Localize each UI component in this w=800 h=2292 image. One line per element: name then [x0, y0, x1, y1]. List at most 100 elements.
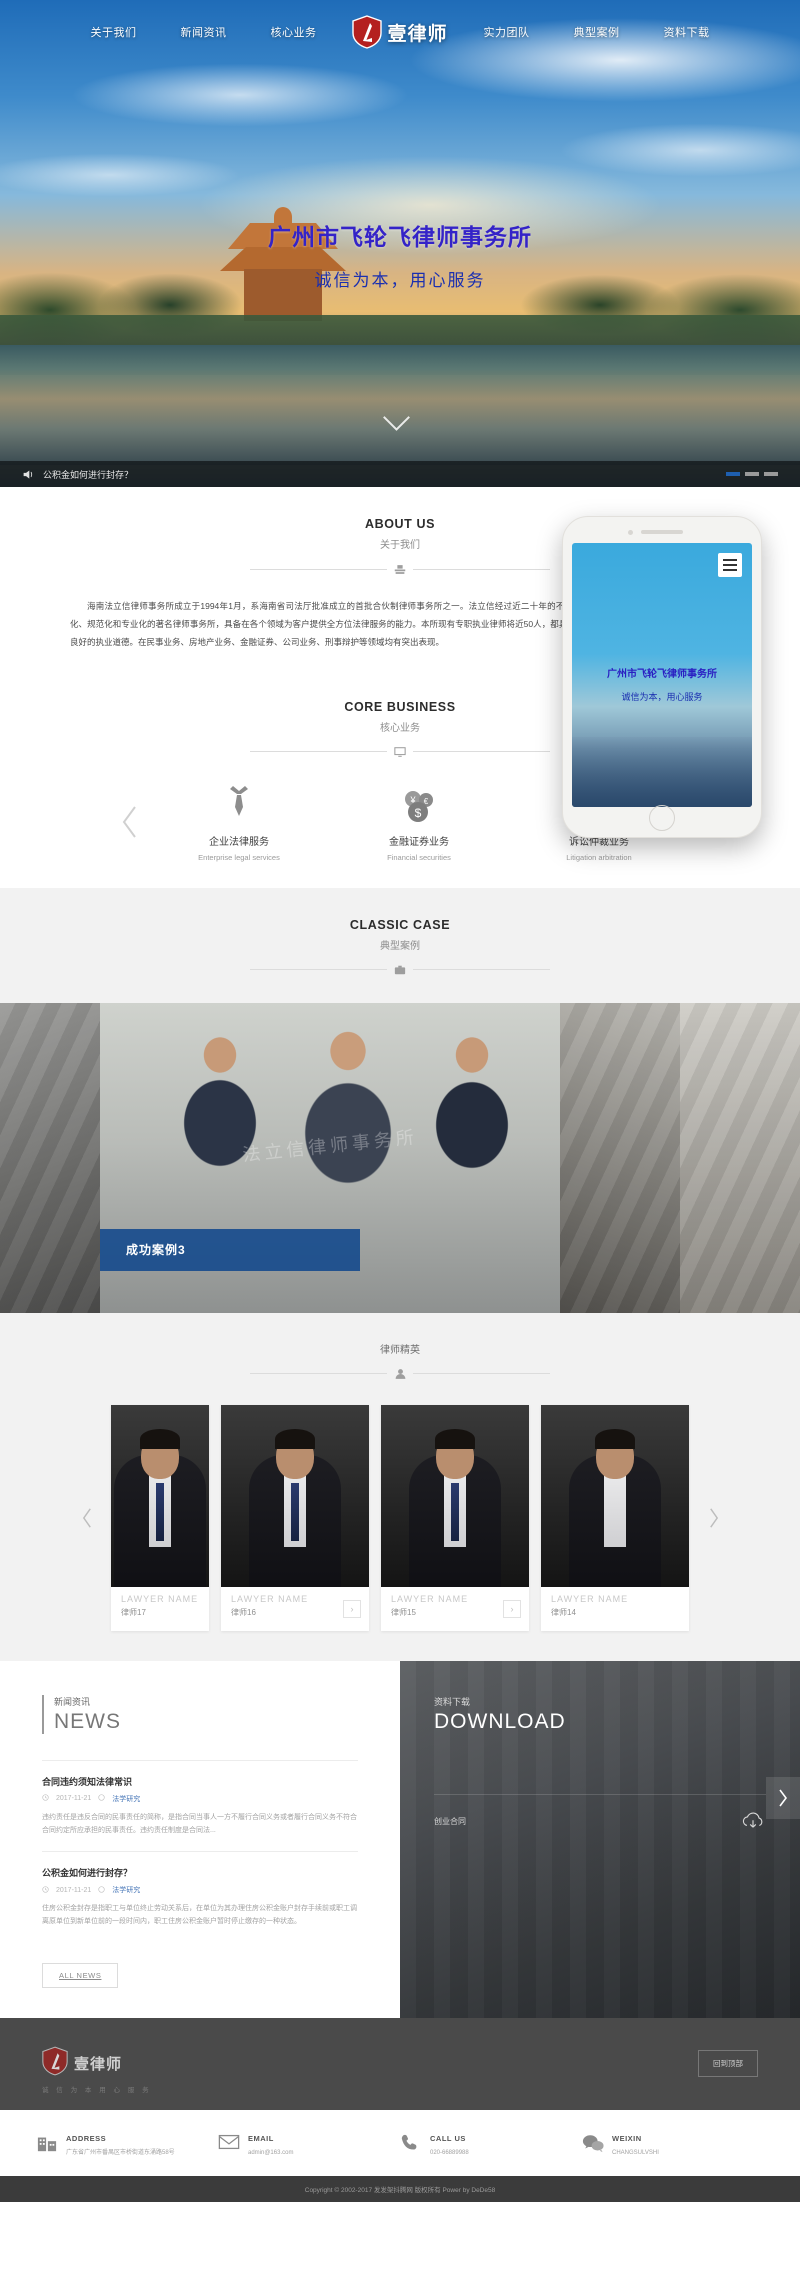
lawyer-name-en: LAWYER NAME — [391, 1593, 469, 1604]
case-thumb-left[interactable] — [0, 1002, 100, 1313]
carousel-dot-1[interactable] — [726, 472, 740, 476]
core-divider — [250, 743, 550, 761]
download-heading: 资料下载 DOWNLOAD — [434, 1695, 766, 1734]
contact-value: CHANGSULVSHI — [612, 2149, 659, 2156]
footer-contacts: ADDRESS 广东省广州市番禺区市桥街道东涌路58号 EMAIL admin@… — [0, 2109, 800, 2176]
nav-item-case[interactable]: 典型案例 — [552, 24, 642, 40]
tag-icon — [98, 1794, 105, 1803]
logo-text: 壹律师 — [387, 23, 448, 45]
contact-email: EMAIL admin@163.com — [218, 2128, 400, 2158]
hero-headline-group: 广州市飞轮飞律师事务所 诚信为本，用心服务 — [0, 218, 800, 291]
contact-value: 广东省广州市番禺区市桥街道东涌路58号 — [66, 2149, 175, 2156]
lawyer-name-cn: 律师14 — [551, 1607, 576, 1617]
case-thumb-right[interactable] — [680, 1002, 800, 1313]
lawyers-heading-cn: 律师精英 — [380, 1344, 420, 1356]
news-item[interactable]: 公积金如何进行封存？ 2017-11-21 法学研究 住房公积金封存是指职工与单… — [42, 1851, 358, 1943]
site-logo[interactable]: 壹律师 — [338, 15, 461, 49]
nav-item-download[interactable]: 资料下载 — [642, 24, 732, 40]
footer-logo[interactable]: 壹律师 — [42, 2046, 122, 2081]
hero-title: 广州市飞轮飞律师事务所 — [268, 224, 532, 250]
lawyer-meta: LAWYER NAME 律师16 › — [221, 1587, 369, 1631]
hero-ticker-bar: 公积金如何进行封存？ — [0, 461, 800, 487]
phone-screen: 广州市飞轮飞律师事务所 诚信为本，用心服务 — [572, 543, 752, 807]
lawyer-name-cn: 律师17 — [121, 1607, 146, 1617]
case-heading: CLASSIC CASE 典型案例 — [0, 888, 800, 979]
news-date: 2017-11-21 — [56, 1795, 92, 1803]
lawyers-carousel: LAWYER NAME 律师17 LAWYER NAME 律师16 › LAWY… — [0, 1404, 800, 1631]
hero-banner: 关于我们 新闻资讯 核心业务 壹律师 实力团队 典型案例 资料下载 广州市飞轮飞… — [0, 0, 800, 487]
shield-icon — [42, 2046, 68, 2081]
phone-camera — [628, 530, 633, 535]
footer-slogan: 诚 信 为 本 用 心 服 务 — [42, 2086, 152, 2094]
lawyer-name-en: LAWYER NAME — [231, 1593, 309, 1604]
lawyer-card[interactable]: LAWYER NAME 律师16 › — [221, 1404, 369, 1631]
lawyers-prev-arrow[interactable] — [69, 1405, 105, 1631]
hero-subtitle: 诚信为本，用心服务 — [314, 271, 486, 290]
main-navigation[interactable]: 关于我们 新闻资讯 核心业务 壹律师 实力团队 典型案例 资料下载 — [0, 0, 800, 64]
nav-item-business[interactable]: 核心业务 — [248, 24, 338, 40]
back-to-top-button[interactable]: 回到顶部 — [698, 2050, 758, 2078]
building-icon — [36, 2133, 58, 2153]
lawyer-name-cn: 律师15 — [391, 1607, 416, 1617]
news-heading: 新闻资讯 NEWS — [42, 1694, 358, 1734]
copyright-text: Copyright © 2002-2017 发发架抖腾网 版权所有 Power … — [304, 2186, 496, 2194]
scroll-down-icon[interactable] — [387, 408, 413, 422]
carousel-dot-2[interactable] — [745, 472, 759, 476]
case-main-image[interactable]: 法立信律师事务所 成功案例3 — [100, 1002, 560, 1313]
news-category[interactable]: 法学研究 — [112, 1794, 140, 1804]
download-item-name: 创业合同 — [434, 1817, 466, 1827]
carousel-dot-3[interactable] — [764, 472, 778, 476]
case-heading-cn: 典型案例 — [380, 940, 420, 952]
news-title[interactable]: 公积金如何进行封存？ — [42, 1866, 358, 1879]
nav-item-team[interactable]: 实力团队 — [462, 24, 552, 40]
nav-item-about[interactable]: 关于我们 — [68, 24, 158, 40]
case-caption-text: 成功案例3 — [126, 1243, 186, 1258]
lawyers-next-arrow[interactable] — [695, 1405, 731, 1631]
lawyer-photo — [221, 1404, 369, 1587]
case-thumb-mid[interactable] — [560, 1002, 680, 1313]
ticker-text[interactable]: 公积金如何进行封存？ — [43, 468, 133, 481]
news-category[interactable]: 法学研究 — [112, 1885, 140, 1895]
phone-home-button[interactable] — [649, 805, 675, 831]
news-list: 合同违约须知法律常识 2017-11-21 法学研究 违约责任是违反合同的民事责… — [42, 1759, 358, 1943]
download-next-arrow[interactable] — [766, 1776, 800, 1819]
core-item-sub: Litigation arbitration — [566, 852, 632, 862]
lawyer-photo — [381, 1404, 529, 1587]
building-small-icon — [387, 560, 413, 578]
footer-logo-text: 壹律师 — [74, 2056, 123, 2074]
lawyer-card[interactable]: LAWYER NAME 律师14 — [541, 1404, 689, 1631]
carousel-dots[interactable] — [726, 472, 778, 476]
case-divider — [250, 961, 550, 979]
lawyer-detail-arrow[interactable]: › — [503, 1599, 521, 1618]
news-title[interactable]: 合同违约须知法律常识 — [42, 1775, 358, 1788]
core-prev-arrow[interactable] — [111, 803, 149, 841]
download-item[interactable]: 创业合同 — [434, 1793, 766, 1833]
lawyer-card[interactable]: LAWYER NAME 律师17 — [111, 1404, 209, 1631]
nav-item-news[interactable]: 新闻资讯 — [158, 24, 248, 40]
lawyer-card[interactable]: LAWYER NAME 律师15 › — [381, 1404, 529, 1631]
hamburger-menu-icon[interactable] — [718, 553, 742, 577]
news-heading-en: NEWS — [54, 1709, 121, 1733]
lawyer-detail-arrow[interactable]: › — [343, 1599, 361, 1618]
core-item-title: 企业法律服务 — [209, 836, 269, 848]
lawyer-name-en: LAWYER NAME — [121, 1593, 199, 1604]
svg-text:$: $ — [415, 806, 422, 820]
news-item[interactable]: 合同违约须知法律常识 2017-11-21 法学研究 违约责任是违反合同的民事责… — [42, 1759, 358, 1852]
news-date: 2017-11-21 — [56, 1886, 92, 1894]
cloud-download-icon[interactable] — [740, 1811, 766, 1833]
clock-icon — [42, 1885, 49, 1895]
contact-phone: CALL US 020-66889988 — [400, 2128, 582, 2158]
wechat-icon — [582, 2133, 604, 2153]
contact-label: WEIXIN — [612, 2133, 642, 2143]
phone-title: 广州市飞轮飞律师事务所 — [607, 669, 717, 680]
phone-subtitle: 诚信为本，用心服务 — [621, 692, 703, 702]
core-item-enterprise[interactable]: 企业法律服务 Enterprise legal services — [149, 783, 329, 862]
about-divider — [250, 560, 550, 578]
phone-hero-text: 广州市飞轮飞律师事务所 诚信为本，用心服务 — [572, 665, 752, 703]
shield-icon — [352, 15, 383, 49]
case-caption: 成功案例3 — [100, 1228, 360, 1271]
all-news-button[interactable]: ALL NEWS — [42, 1962, 119, 1988]
news-desc: 违约责任是违反合同的民事责任的简称，是指合同当事人一方不履行合同义务或者履行合同… — [42, 1813, 357, 1834]
core-item-financial[interactable]: ¥ € $ 金融证券业务 Financial securities — [329, 783, 509, 862]
tag-icon — [98, 1885, 105, 1895]
